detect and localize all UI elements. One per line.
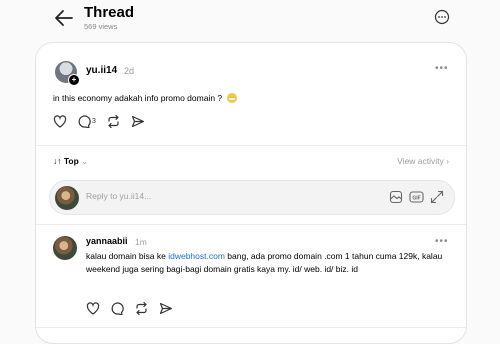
repost-button[interactable] bbox=[134, 302, 149, 315]
reply-text-before: kalau domain bisa ke bbox=[86, 251, 169, 261]
gif-icon[interactable]: GIF bbox=[409, 190, 424, 209]
repost-icon bbox=[108, 115, 119, 128]
reply-actions bbox=[86, 302, 183, 315]
post-actions: 3 bbox=[53, 115, 155, 128]
repost-button[interactable] bbox=[106, 115, 121, 128]
post-more-icon[interactable]: ••• bbox=[435, 63, 449, 74]
sort-dropdown[interactable]: ↓↑ Top ⌄ bbox=[53, 156, 88, 166]
heart-icon bbox=[53, 115, 67, 128]
like-button[interactable] bbox=[86, 302, 100, 315]
divider bbox=[36, 145, 466, 146]
reply-link[interactable]: idwebhost.com bbox=[168, 251, 225, 261]
grin-emoji-icon bbox=[226, 93, 237, 103]
sort-label: Top bbox=[63, 156, 79, 166]
avatar bbox=[55, 186, 79, 210]
share-button[interactable] bbox=[159, 302, 173, 315]
heart-icon bbox=[86, 302, 100, 315]
top-bar: Thread 569 views bbox=[0, 0, 500, 42]
send-icon bbox=[131, 115, 145, 128]
comment-button[interactable] bbox=[110, 302, 124, 315]
post-text: in this economy adakah info promo domain… bbox=[53, 93, 237, 103]
sort-arrows-icon: ↓↑ bbox=[53, 156, 62, 166]
more-options-icon[interactable] bbox=[434, 9, 450, 25]
post-username[interactable]: yu.ii14 bbox=[86, 65, 117, 76]
reply-username[interactable]: yannaabii bbox=[86, 236, 128, 246]
divider bbox=[36, 224, 466, 225]
svg-text:GIF: GIF bbox=[412, 196, 420, 202]
reply-input[interactable] bbox=[86, 191, 336, 201]
comment-icon bbox=[78, 115, 91, 128]
post-time: 2d bbox=[124, 66, 135, 76]
expand-icon[interactable] bbox=[430, 190, 444, 209]
like-button[interactable] bbox=[53, 115, 67, 128]
reply-time: 1m bbox=[135, 237, 147, 247]
back-arrow-icon[interactable] bbox=[54, 9, 74, 27]
post-text-content: in this economy adakah info promo domain… bbox=[53, 93, 223, 103]
repost-icon bbox=[136, 302, 147, 315]
chevron-down-icon: ⌄ bbox=[81, 157, 88, 166]
page-title: Thread bbox=[84, 4, 135, 21]
share-button[interactable] bbox=[131, 115, 145, 128]
divider bbox=[36, 327, 466, 328]
view-activity-label: View activity bbox=[397, 156, 444, 166]
view-count: 569 views bbox=[84, 22, 118, 31]
comment-icon bbox=[111, 302, 124, 315]
chevron-right-icon: › bbox=[446, 156, 449, 166]
thread-card: + yu.ii14 2d ••• in this economy adakah … bbox=[35, 42, 467, 344]
send-icon bbox=[159, 302, 173, 315]
reply-text: kalau domain bisa ke idwebhost.com bang,… bbox=[86, 250, 454, 276]
reply-composer[interactable]: GIF bbox=[49, 180, 455, 215]
reply-count: 3 bbox=[92, 118, 96, 125]
reply-more-icon[interactable]: ••• bbox=[435, 236, 449, 247]
image-icon[interactable] bbox=[389, 190, 403, 209]
comment-button[interactable]: 3 bbox=[77, 115, 96, 128]
view-activity-link[interactable]: View activity › bbox=[397, 156, 449, 166]
avatar[interactable] bbox=[53, 236, 77, 260]
follow-plus-icon[interactable]: + bbox=[68, 74, 80, 86]
